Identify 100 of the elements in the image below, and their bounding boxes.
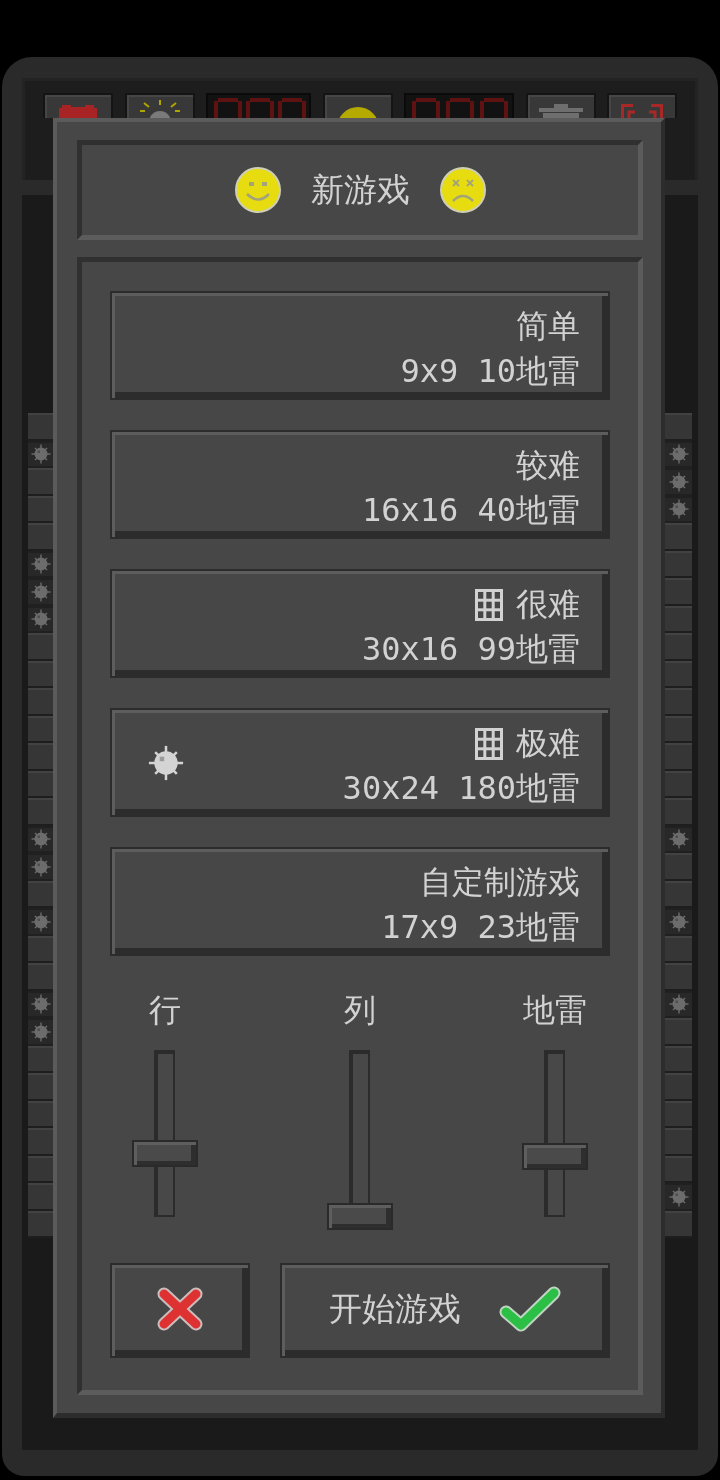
mine-icon [668,994,689,1015]
board-cell[interactable] [28,468,53,496]
difficulty-button[interactable]: 简单 9x9 10地雷 [110,291,610,400]
board-cell[interactable] [665,550,692,578]
board-cell[interactable] [665,468,692,496]
board-cell[interactable] [28,495,53,523]
board-cell[interactable] [665,578,692,606]
mine-icon [668,499,689,520]
mine-icon [30,994,51,1015]
board-cell[interactable] [28,413,53,441]
smiley-icon [234,167,281,213]
board-cell[interactable] [28,1073,53,1101]
board-cell[interactable] [665,1183,692,1211]
board-cell[interactable] [665,1100,692,1128]
mine-icon [668,829,689,850]
mine-icon [30,444,51,465]
toolbar-button[interactable] [124,93,195,118]
board-cell[interactable] [28,1155,53,1183]
board-cell[interactable] [28,770,53,798]
board-cell[interactable] [28,578,53,606]
board-cell[interactable] [665,715,692,743]
board-cell[interactable] [28,440,53,468]
board-cell[interactable] [665,495,692,523]
mine-icon [30,829,51,850]
board-cell[interactable] [28,743,53,771]
difficulty-button[interactable]: 较难 16x16 40地雷 [110,430,610,539]
board-cell[interactable] [28,715,53,743]
frown-icon [439,167,486,213]
board-cell[interactable] [665,1045,692,1073]
bulb-icon [139,100,180,118]
mine-icon [668,911,689,932]
start-button[interactable]: 开始游戏 [280,1263,610,1358]
board-cell[interactable] [665,990,692,1018]
mine-icon [30,581,51,602]
board-cell[interactable] [28,605,53,633]
board-cell[interactable] [665,413,692,441]
board-cell[interactable] [665,908,692,936]
board-cell[interactable] [28,1100,53,1128]
board-cell[interactable] [665,853,692,881]
mine-icon [30,554,51,575]
board-cell[interactable] [28,1018,53,1046]
board-cell[interactable] [665,688,692,716]
board-cell[interactable] [28,1045,53,1073]
tile-icon [59,105,97,118]
mine-icon [668,444,689,465]
board-cell[interactable] [665,1073,692,1101]
board-cell[interactable] [28,853,53,881]
board-cell[interactable] [28,908,53,936]
board-cell[interactable] [28,825,53,853]
difficulty-button[interactable]: 自定制游戏 17x9 23地雷 [110,847,610,956]
board-cell[interactable] [665,880,692,908]
board-cell[interactable] [665,1018,692,1046]
slider-label: 地雷 [523,990,587,1030]
board-cell[interactable] [28,935,53,963]
cancel-button[interactable] [110,1263,250,1358]
board-cell[interactable] [665,1128,692,1156]
mine-icon [30,609,51,630]
difficulty-button[interactable]: 极难 30x24 180地雷 [110,708,610,817]
board-cell[interactable] [28,660,53,688]
fullscreen-icon [621,104,663,118]
board-cell[interactable] [665,743,692,771]
grid-icon [475,588,503,621]
board-cell[interactable] [665,605,692,633]
board-cell[interactable] [665,770,692,798]
board-cell[interactable] [665,523,692,551]
mine-icon [668,1186,689,1207]
slider-label: 行 [149,990,181,1030]
slider-thumb[interactable] [522,1143,588,1171]
close-icon [157,1287,203,1331]
board-cell[interactable] [665,963,692,991]
board-cell[interactable] [665,1210,692,1238]
mine-icon [30,911,51,932]
board-cell[interactable] [665,633,692,661]
board-cell[interactable] [28,1210,53,1238]
board-cell[interactable] [28,880,53,908]
board-cell[interactable] [665,440,692,468]
trash-icon [538,104,583,118]
board-cell[interactable] [665,660,692,688]
board-cell[interactable] [665,935,692,963]
slider-thumb[interactable] [327,1203,393,1230]
board-cell[interactable] [28,990,53,1018]
board-cell[interactable] [28,1128,53,1156]
slider-thumb[interactable] [132,1139,198,1167]
toolbar-button[interactable] [322,93,393,118]
difficulty-button[interactable]: 很难 30x16 99地雷 [110,569,610,678]
board-cell[interactable] [665,798,692,826]
board-cell[interactable] [28,688,53,716]
board-cell[interactable] [28,550,53,578]
toolbar-button[interactable] [525,93,596,118]
mine-icon [30,856,51,877]
board-cell[interactable] [28,523,53,551]
board-cell[interactable] [28,633,53,661]
grid-icon [475,727,503,760]
board-cell[interactable] [28,963,53,991]
board-cell[interactable] [665,1155,692,1183]
board-cell[interactable] [665,825,692,853]
mine-icon [668,471,689,492]
board-cell[interactable] [28,798,53,826]
board-cell[interactable] [28,1183,53,1211]
checkmark-icon [499,1286,561,1332]
